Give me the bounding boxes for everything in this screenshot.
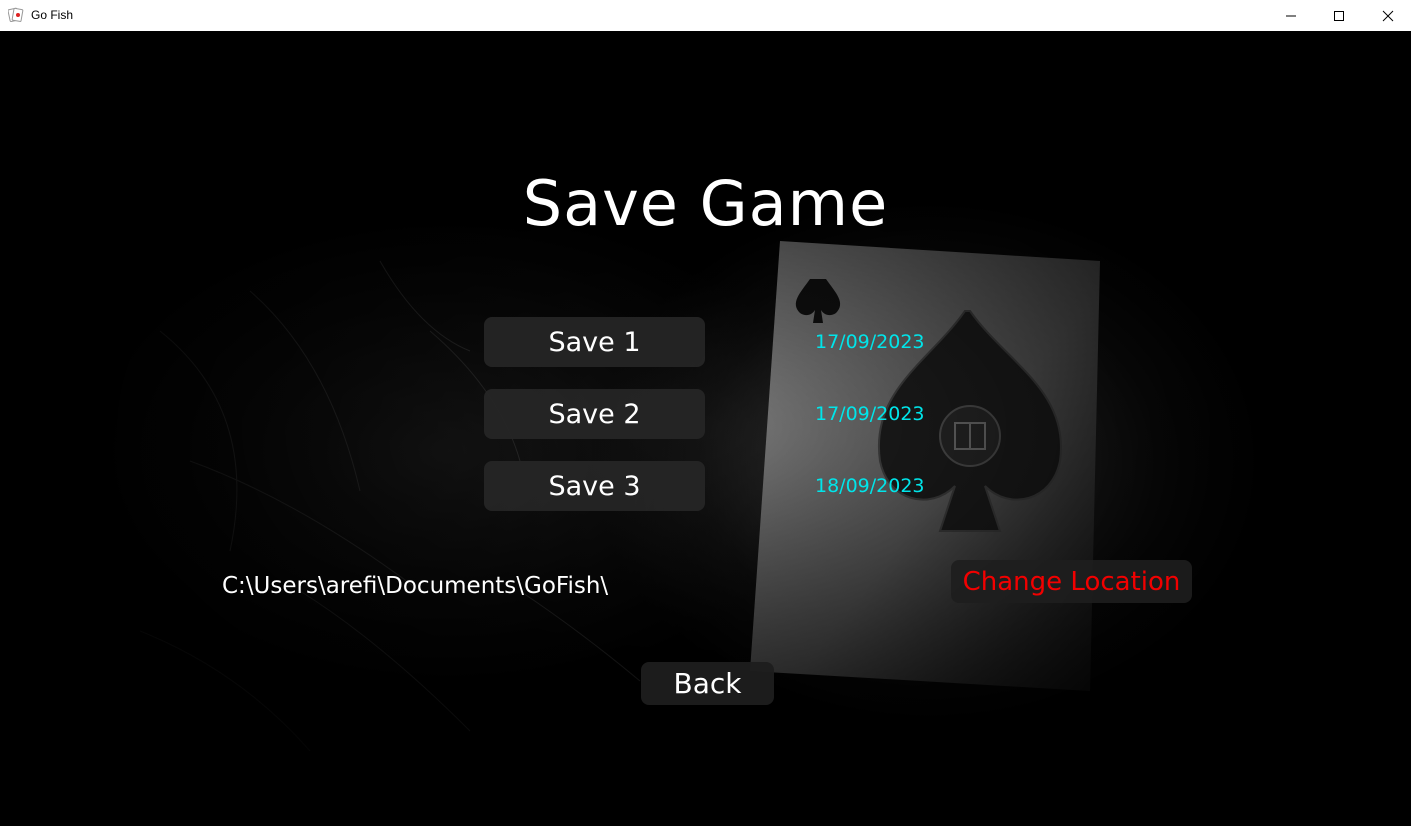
playing-cards-icon xyxy=(7,7,24,23)
save-slot-1-button[interactable]: Save 1 xyxy=(484,317,705,367)
game-screen: Save Game Save 1 17/09/2023 Save 2 17/09… xyxy=(0,31,1411,826)
maximize-icon xyxy=(1333,10,1345,22)
minimize-icon xyxy=(1285,10,1297,22)
minimize-button[interactable] xyxy=(1268,0,1314,31)
page-title: Save Game xyxy=(522,167,889,240)
change-location-button[interactable]: Change Location xyxy=(951,560,1192,603)
save-location-path: C:\Users\arefi\Documents\GoFish\ xyxy=(222,573,609,599)
save-slot-2-button[interactable]: Save 2 xyxy=(484,389,705,439)
window-title: Go Fish xyxy=(31,8,74,22)
save-slot-3-button[interactable]: Save 3 xyxy=(484,461,705,511)
ace-of-spades-background xyxy=(0,31,1411,826)
save-slot-3-date: 18/09/2023 xyxy=(815,475,925,497)
save-slot-1-date: 17/09/2023 xyxy=(815,331,925,353)
maximize-button[interactable] xyxy=(1316,0,1362,31)
close-icon xyxy=(1382,10,1394,22)
save-slot-2-date: 17/09/2023 xyxy=(815,403,925,425)
window-titlebar: Go Fish xyxy=(0,0,1411,32)
back-button[interactable]: Back xyxy=(641,662,774,705)
close-button[interactable] xyxy=(1365,0,1411,31)
